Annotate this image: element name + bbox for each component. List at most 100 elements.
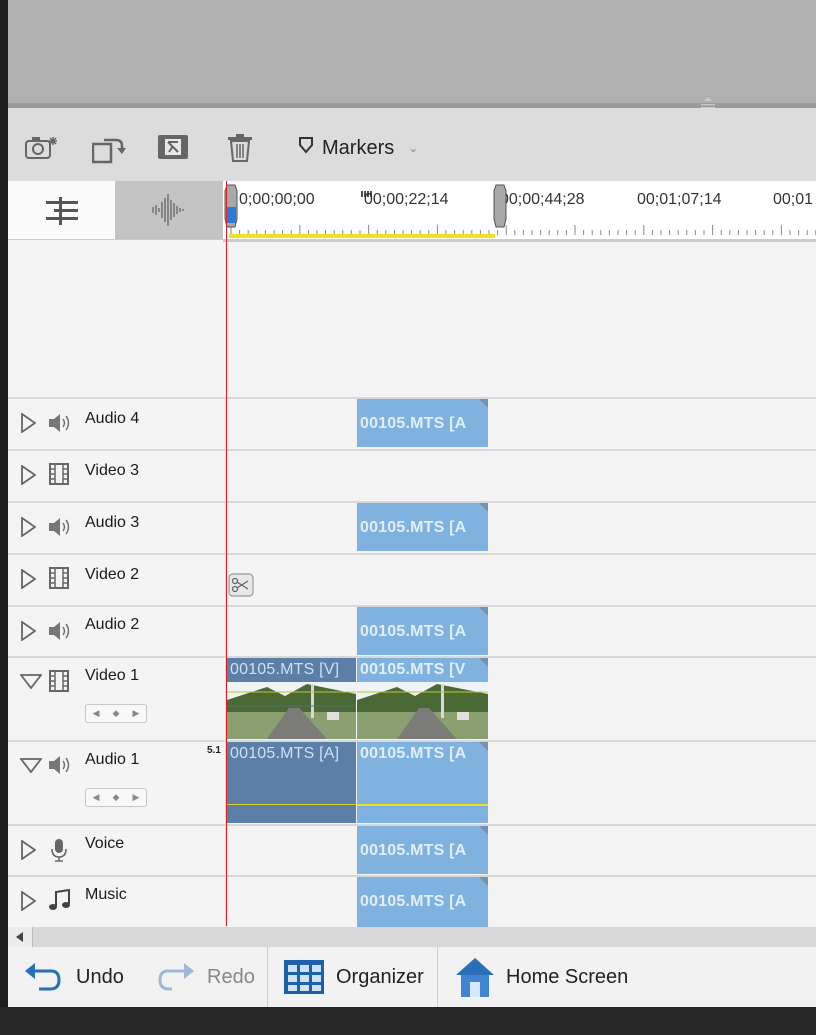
clip-label: 00105.MTS [A <box>360 745 467 762</box>
redo-button[interactable]: Redo <box>156 947 255 1007</box>
add-keyframe-icon[interactable]: ◆ <box>113 708 120 719</box>
horizontal-scrollbar[interactable] <box>8 927 816 947</box>
marker-grip-icon[interactable] <box>361 184 373 202</box>
next-keyframe-icon[interactable]: ▶ <box>133 792 140 803</box>
clip-label: 00105.MTS [V] <box>230 661 340 678</box>
expand-triangle-icon[interactable] <box>20 890 37 916</box>
track-name: Music <box>85 886 127 903</box>
keyframe-navigator[interactable]: ◀ ◆ ▶ <box>85 788 147 807</box>
track-name: Video 1 <box>85 667 139 684</box>
clip-audio[interactable]: 00105.MTS [A <box>357 877 488 927</box>
speaker-icon[interactable] <box>48 754 72 781</box>
window-bottom-edge <box>0 1007 816 1035</box>
speaker-icon[interactable] <box>48 620 72 647</box>
undo-button[interactable]: Undo <box>23 947 124 1007</box>
clip-audio[interactable]: 00105.MTS [A <box>357 399 488 447</box>
microphone-icon[interactable] <box>51 838 67 867</box>
snapshot-camera-icon[interactable] <box>25 134 59 167</box>
scroll-left-arrow-icon[interactable] <box>8 927 33 947</box>
track-voice: Voice 00105.MTS [A <box>8 824 816 876</box>
ruler-header <box>8 181 223 240</box>
track-header: Voice <box>8 826 225 876</box>
clip-label: 00105.MTS [A <box>360 623 467 640</box>
keyframe-navigator[interactable]: ◀ ◆ ▶ <box>85 704 147 723</box>
home-icon <box>456 958 494 997</box>
clip-label: 00105.MTS [A <box>360 519 467 536</box>
speaker-icon[interactable] <box>48 412 72 439</box>
clip-label: 00105.MTS [A] <box>230 745 340 762</box>
clip-video[interactable]: 00105.MTS [V <box>357 658 488 739</box>
expand-triangle-icon[interactable] <box>20 839 37 865</box>
collapse-triangle-icon[interactable] <box>19 757 43 778</box>
rotate-icon[interactable] <box>91 134 126 169</box>
clip-label: 00105.MTS [A <box>360 842 467 859</box>
track-header: Audio 2 <box>8 607 225 657</box>
chevron-down-icon: ⌄ <box>408 141 419 155</box>
redo-label: Redo <box>207 965 255 988</box>
track-name: Video 3 <box>85 462 139 479</box>
clip-audio-selected[interactable]: 00105.MTS [A] <box>227 742 356 823</box>
clip-audio[interactable]: 00105.MTS [A <box>357 742 488 823</box>
track-video-1: Video 1 ◀ ◆ ▶ 00105.MTS [V] 00105.MTS [V <box>8 656 816 741</box>
ruler-timecode: 0;00;00;00 <box>239 191 315 208</box>
expand-triangle-icon[interactable] <box>20 412 37 438</box>
playhead-line[interactable] <box>226 181 227 926</box>
volume-line[interactable] <box>357 804 488 806</box>
prev-keyframe-icon[interactable]: ◀ <box>93 708 100 719</box>
music-note-icon[interactable] <box>48 888 72 917</box>
speaker-icon[interactable] <box>48 516 72 543</box>
track-name: Audio 1 <box>85 751 140 768</box>
video-thumbnail-icon <box>227 682 356 739</box>
monitor-area <box>8 0 816 103</box>
home-screen-label: Home Screen <box>506 965 629 988</box>
expand-triangle-icon[interactable] <box>20 568 37 594</box>
undo-icon <box>25 963 61 991</box>
collapse-triangle-icon[interactable] <box>19 673 43 694</box>
add-keyframe-icon[interactable]: ◆ <box>113 792 120 803</box>
clip-audio[interactable]: 00105.MTS [A <box>357 503 488 551</box>
delete-trash-icon[interactable] <box>227 134 253 167</box>
organizer-button[interactable]: Organizer <box>283 947 424 1007</box>
ruler-timecode: 00;01;07;14 <box>637 191 722 208</box>
ruler-timecode: 00;00;22;14 <box>364 191 449 208</box>
track-audio-3: Audio 3 00105.MTS [A <box>8 501 816 553</box>
work-area-bar[interactable] <box>229 234 495 238</box>
film-strip-icon[interactable] <box>48 670 70 697</box>
smart-trim-icon[interactable] <box>157 134 189 165</box>
film-strip-icon[interactable] <box>48 567 70 594</box>
timeline-panel: Markers ⌄ 0;00;00;00 00;00;22;14 00;00;4… <box>8 0 816 1007</box>
time-ruler[interactable]: 0;00;00;00 00;00;22;14 00;00;44;28 00;01… <box>223 181 816 242</box>
track-name: Audio 3 <box>85 514 140 531</box>
track-video-3: Video 3 <box>8 449 816 501</box>
track-header: Audio 4 <box>8 399 225 449</box>
clip-audio[interactable]: 00105.MTS [A <box>357 826 488 874</box>
track-audio-1: Audio 1 5.1 ◀ ◆ ▶ 00105.MTS [A] 00105.MT… <box>8 740 816 825</box>
track-name: Audio 2 <box>85 616 140 633</box>
expand-triangle-icon[interactable] <box>20 516 37 542</box>
track-header: Music <box>8 877 225 929</box>
track-music: Music 00105.MTS [A <box>8 875 816 929</box>
clip-video-selected[interactable]: 00105.MTS [V] <box>227 658 356 739</box>
work-area-end-handle[interactable] <box>492 183 508 234</box>
audio-waveform-view-button[interactable] <box>115 181 223 239</box>
channel-badge: 5.1 <box>207 745 221 756</box>
expand-triangle-icon[interactable] <box>20 464 37 490</box>
prev-keyframe-icon[interactable]: ◀ <box>93 792 100 803</box>
track-name: Voice <box>85 835 125 852</box>
redo-icon <box>158 963 194 991</box>
empty-track-area <box>8 242 816 397</box>
track-audio-4: Audio 4 00105.MTS [A <box>8 397 816 449</box>
volume-line[interactable] <box>227 804 356 805</box>
expand-triangle-icon[interactable] <box>20 620 37 646</box>
next-keyframe-icon[interactable]: ▶ <box>133 708 140 719</box>
film-strip-icon[interactable] <box>48 463 70 490</box>
clip-audio[interactable]: 00105.MTS [A <box>357 607 488 655</box>
markers-dropdown[interactable]: Markers ⌄ <box>298 133 418 163</box>
track-view-icon[interactable] <box>46 197 78 230</box>
markers-label: Markers <box>322 136 395 159</box>
track-header: Video 2 <box>8 555 225 605</box>
home-screen-button[interactable]: Home Screen <box>454 947 628 1007</box>
track-name: Audio 4 <box>85 410 140 427</box>
video-thumbnail-icon <box>357 682 488 739</box>
scissors-icon[interactable] <box>228 573 254 602</box>
